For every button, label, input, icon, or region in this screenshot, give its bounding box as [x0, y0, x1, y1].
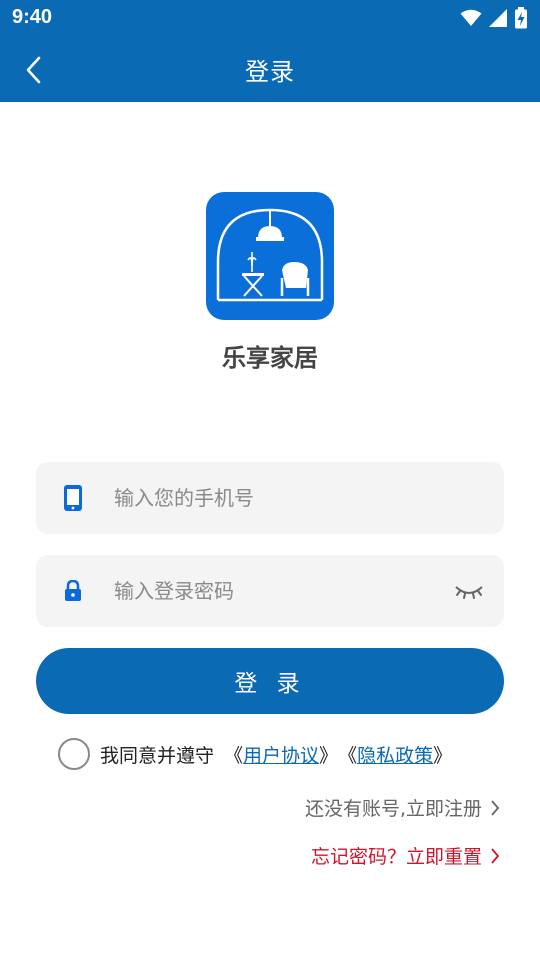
chevron-right-icon [491, 799, 500, 816]
page-title: 登录 [245, 58, 295, 86]
lock-icon [60, 577, 86, 605]
close-bracket: 》 [319, 744, 339, 767]
signal-icon [489, 9, 507, 27]
password-input[interactable] [114, 555, 454, 627]
chevron-right-icon [491, 847, 500, 864]
open-bracket: 《 [224, 744, 244, 767]
app-name: 乐享家居 [222, 344, 318, 372]
close-bracket: 》 [433, 744, 453, 767]
app-bar: 登录 [0, 36, 540, 102]
phone-icon [60, 484, 86, 512]
status-bar: 9:40 [0, 0, 540, 36]
reset-password-link[interactable]: 忘记密码？立即重置 [311, 842, 500, 869]
login-button[interactable]: 登 录 [36, 648, 504, 714]
open-bracket: 《 [338, 744, 358, 767]
register-link-label: 还没有账号,立即注册 [304, 798, 482, 820]
privacy-policy-link[interactable]: 隐私政策 [357, 741, 433, 768]
home-furniture-logo-icon [216, 208, 324, 302]
status-time: 9:40 [12, 6, 53, 28]
reset-password-link-label: 忘记密码？立即重置 [310, 846, 482, 868]
agreement-checkbox[interactable] [58, 738, 90, 770]
eye-closed-icon [455, 586, 483, 599]
agreement-prefix: 我同意并遵守 [100, 744, 215, 767]
status-icons [460, 7, 528, 29]
agreement-row: 我同意并遵守 《 用户协议 》 《 隐私政策 》 [58, 736, 452, 772]
phone-input[interactable] [114, 462, 454, 534]
register-link[interactable]: 还没有账号,立即注册 [305, 794, 500, 821]
app-logo [206, 192, 334, 320]
user-agreement-link[interactable]: 用户协议 [243, 741, 319, 768]
password-field [36, 555, 504, 627]
password-visibility-toggle[interactable] [454, 579, 484, 603]
wifi-icon [460, 9, 482, 26]
battery-charging-icon [515, 7, 527, 29]
phone-field [36, 462, 504, 534]
